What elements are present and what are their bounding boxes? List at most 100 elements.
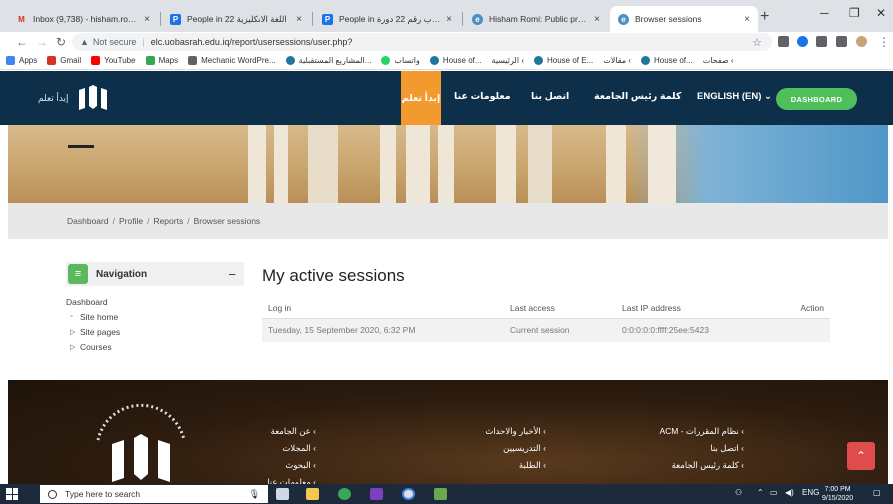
footer-link[interactable]: الأخبار والاحداث ‹ [456,426,546,443]
tray-chevron-up-icon[interactable]: ⌃ [757,488,764,497]
chrome-icon[interactable] [402,488,415,500]
nav-tree-site-pages[interactable]: ▷ Site pages [66,324,244,339]
nav-contact[interactable]: اتصل بنا [531,91,569,102]
site-header: إبدأ تعلم إبدأ تعلم معلومات عنا اتصل بنا… [0,71,893,125]
extension-icon[interactable] [797,36,808,47]
browser-tab-strip: M Inbox (9,738) - hisham.romi@ × P Peopl… [0,0,893,32]
tab-people-computer[interactable]: P People in الحاسوب رقم 22 دورة × [314,6,460,32]
col-login: Log in [262,298,504,319]
task-view-icon[interactable] [276,488,289,500]
network-icon[interactable]: ▭ [770,488,778,497]
nav-about[interactable]: معلومات عنا [454,91,511,102]
wordpress-icon [429,56,439,65]
bookmark-house-of-e[interactable]: House of E... [533,56,593,65]
tab-browser-sessions[interactable]: e Browser sessions × [610,6,758,32]
footer-link[interactable]: اتصل بنا ‹ [648,443,744,460]
cell-ip: 0:0:0:0:0:ffff:25ee:5423 [616,318,766,342]
url-text: elc.uobasrah.edu.iq/report/usersessions/… [150,37,353,47]
windows-taskbar: Type here to search 🎙 ⚇ ⌃ ▭ ◀) ENG 7:00 … [0,484,893,504]
mute-icon[interactable] [816,36,827,47]
footer-logo[interactable] [86,400,196,484]
file-explorer-icon[interactable] [306,488,319,500]
footer-link[interactable]: ACM - نظام المقررات ‹ [648,426,744,443]
microphone-icon[interactable]: 🎙 [249,489,260,500]
notification-icon[interactable]: ▢ [873,488,881,497]
taskbar-search-input[interactable]: Type here to search 🎙 [40,485,268,503]
edge-icon[interactable] [338,488,351,500]
system-clock[interactable]: 7:00 PM 9/15/2020 [822,485,853,503]
extension-icon[interactable] [778,36,789,47]
site-icon [188,56,198,65]
gmail-icon [47,56,57,65]
cell-last-access: Current session [504,318,616,342]
app-icon[interactable] [434,488,447,500]
footer-link[interactable]: عن الجامعة ‹ [246,426,316,443]
windows-start-icon[interactable] [6,488,18,500]
people-tray-icon[interactable]: ⚇ [735,488,742,497]
col-last-access: Last access [504,298,616,319]
breadcrumb-dashboard[interactable]: Dashboard [67,216,109,226]
close-icon[interactable]: × [144,14,150,25]
bookmark-home-ar[interactable]: الرئيسية ‹ [492,56,524,65]
moodle-icon: e [618,13,629,25]
footer-link[interactable]: التدريسيين ‹ [456,443,546,460]
menu-dots-icon[interactable]: ⋮ [878,35,890,49]
close-icon[interactable]: × [296,14,302,25]
bookmark-pages[interactable]: صفحات ‹ [703,56,734,65]
extensions-puzzle-icon[interactable] [836,36,847,47]
new-tab-icon[interactable]: + [760,8,769,26]
nav-president-word[interactable]: كلمة رئيس الجامعة [594,91,681,102]
wordpress-icon [641,56,650,65]
nav-tree-dashboard[interactable]: Dashboard [66,294,244,309]
language-selector[interactable]: ENGLISH (EN) ⌄ [697,91,772,102]
breadcrumb-reports[interactable]: Reports [153,216,183,226]
wordpress-icon [285,56,295,65]
back-icon[interactable]: ← [16,35,28,49]
bookmark-articles[interactable]: مقالات ‹ [603,56,631,65]
youtube-icon [91,56,101,65]
tab-gmail[interactable]: M Inbox (9,738) - hisham.romi@ × [8,6,158,32]
close-icon[interactable]: × [594,14,600,25]
footer-link[interactable]: البحوث ‹ [246,460,316,477]
tab-public-profile[interactable]: e Hisham Romi: Public profile × [464,6,608,32]
minimize-icon[interactable]: ─ [820,6,829,20]
volume-icon[interactable]: ◀) [785,488,794,497]
bookmark-house-of-1[interactable]: House of... [429,56,482,65]
forward-icon[interactable]: → [36,35,48,49]
site-logo[interactable]: إبدأ تعلم [38,83,116,113]
restore-icon[interactable]: ❐ [849,6,860,20]
app-icon[interactable] [370,488,383,500]
breadcrumb-browser-sessions[interactable]: Browser sessions [194,216,261,226]
close-icon[interactable]: × [446,14,452,25]
col-ip: Last IP address [616,298,766,319]
language-indicator[interactable]: ENG [802,488,819,497]
close-icon[interactable]: × [744,14,750,25]
collapse-icon[interactable]: − [228,267,236,282]
breadcrumb-profile[interactable]: Profile [119,216,143,226]
people-icon: P [322,13,333,25]
nav-tree-site-home[interactable]: ▫ Site home [66,309,244,324]
bookmark-mechanic[interactable]: Mechanic WordPre... [188,56,276,65]
bookmark-star-icon[interactable]: ☆ [752,36,762,49]
back-to-top-button[interactable]: ⌃ [847,442,875,470]
bookmark-future-projects[interactable]: المشاريع المستقبلية... [285,56,371,65]
reload-icon[interactable]: ↻ [56,35,66,49]
bookmark-whatsapp[interactable]: واتساب [381,56,420,65]
footer-link[interactable]: الطلبة ‹ [456,460,546,477]
bookmark-apps[interactable]: Apps [6,56,37,65]
dashboard-button[interactable]: DASHBOARD [776,88,857,110]
bookmark-youtube[interactable]: YouTube [91,56,136,65]
navigation-block: ≡ Navigation − Dashboard ▫ Site home ▷ Sit… [66,262,244,354]
address-bar: ← → ↻ ▲ Not secure | elc.uobasrah.edu.iq… [0,32,893,52]
footer-link[interactable]: المجلات ‹ [246,443,316,460]
bookmark-gmail[interactable]: Gmail [47,56,81,65]
window-close-icon[interactable]: ✕ [876,6,886,20]
bookmark-house-of-2[interactable]: House of... [641,56,693,65]
tab-people-english[interactable]: P People in اللغة الانكليزية 22 × [162,6,310,32]
nav-tree-courses[interactable]: ▷ Courses [66,339,244,354]
bookmark-maps[interactable]: Maps [145,56,178,65]
footer-link[interactable]: كلمة رئيس الجامعة ‹ [648,460,744,477]
url-field[interactable]: ▲ Not secure | elc.uobasrah.edu.iq/repor… [72,33,772,51]
profile-avatar[interactable] [856,36,867,47]
nav-start-learning[interactable]: إبدأ تعلم [401,71,441,125]
